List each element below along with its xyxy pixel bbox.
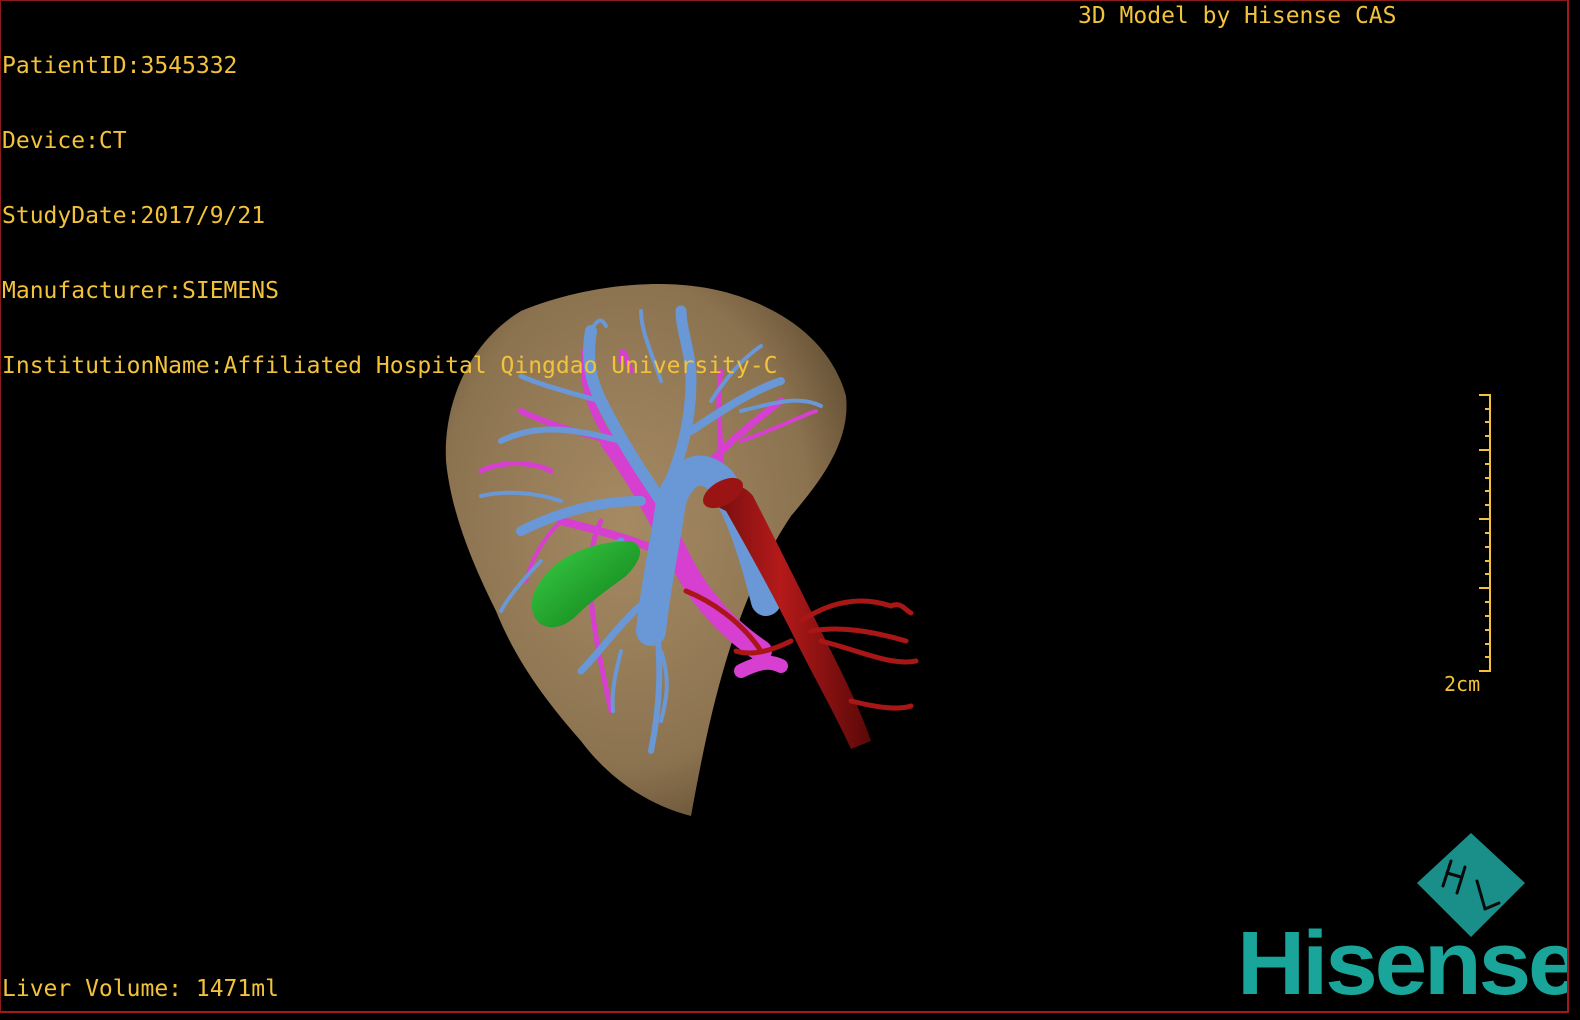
- hisense-logo-text: Hisense: [1237, 914, 1569, 1013]
- model-brand-title: 3D Model by Hisense CAS: [1078, 3, 1397, 29]
- liver-volume-text: Liver Volume: 1471ml: [2, 976, 279, 1002]
- 3d-viewport[interactable]: PatientID:3545332 Device:CT StudyDate:20…: [0, 0, 1569, 1013]
- scale-label: 2cm: [1444, 672, 1481, 696]
- device-text: Device:CT: [2, 128, 127, 154]
- institution-text: InstitutionName:Affiliated Hospital Qing…: [2, 353, 778, 379]
- patient-id-text: PatientID:3545332: [2, 53, 238, 79]
- manufacturer-text: Manufacturer:SIEMENS: [2, 278, 279, 304]
- scale-ruler: [1479, 394, 1491, 672]
- study-date-text: StudyDate:2017/9/21: [2, 203, 266, 229]
- study-info-block: PatientID:3545332 Device:CT StudyDate:20…: [2, 4, 777, 429]
